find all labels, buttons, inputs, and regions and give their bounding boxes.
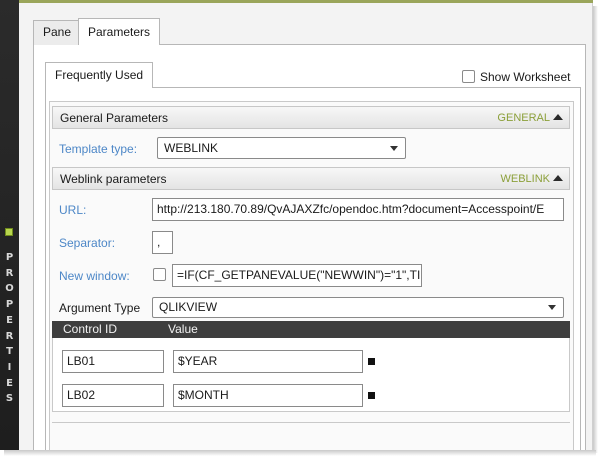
general-parameters-header[interactable]: General Parameters GENERAL — [52, 106, 570, 129]
argument-type-value: QLIKVIEW — [159, 300, 218, 314]
panel-shadow-right — [593, 6, 598, 453]
weblink-section-tag[interactable]: WEBLINK — [500, 168, 563, 191]
new-window-expression-input[interactable]: =IF(CF_GETPANEVALUE("NEWWIN")="1",TI — [172, 264, 422, 287]
argument-type-select[interactable]: QLIKVIEW — [152, 297, 564, 318]
collapse-up-icon[interactable] — [553, 114, 563, 120]
column-header-value: Value — [168, 322, 198, 336]
properties-letter: E — [6, 377, 13, 389]
collapse-up-icon[interactable] — [553, 175, 563, 181]
show-worksheet-checkbox[interactable] — [462, 70, 475, 84]
show-worksheet-label: Show Worksheet — [480, 69, 571, 84]
properties-letter: I — [7, 361, 12, 373]
value-input-row-2[interactable]: $MONTH — [173, 384, 363, 407]
weblink-tag-label: WEBLINK — [500, 173, 550, 185]
control-id-input-row-2[interactable]: LB02 — [62, 384, 164, 407]
separator-label: Separator: — [59, 236, 116, 250]
row-handle-icon[interactable] — [368, 392, 375, 399]
row-handle-icon[interactable] — [368, 358, 375, 365]
weblink-parameters-title: Weblink parameters — [60, 172, 167, 186]
new-window-label: New window: — [59, 269, 130, 283]
column-header-control-id: Control ID — [63, 322, 118, 336]
value-input-row-1[interactable]: $YEAR — [173, 350, 363, 373]
argument-grid-header: Control ID Value — [52, 321, 570, 338]
properties-letter: R — [5, 330, 14, 342]
general-parameters-title: General Parameters — [60, 111, 169, 125]
url-label: URL: — [59, 203, 87, 217]
properties-letter: E — [6, 314, 13, 326]
chevron-down-icon[interactable] — [390, 146, 398, 151]
properties-letter: O — [5, 283, 14, 295]
general-section-tag[interactable]: GENERAL — [497, 107, 563, 130]
tab-frequently-used[interactable]: Frequently Used — [45, 62, 153, 88]
properties-letter: P — [5, 252, 14, 263]
properties-letter: T — [6, 346, 13, 358]
argument-type-label: Argument Type — [59, 301, 141, 315]
weblink-parameters-header[interactable]: Weblink parameters WEBLINK — [52, 167, 570, 190]
template-type-select[interactable]: WEBLINK — [157, 137, 406, 159]
grid-bottom-divider — [52, 422, 570, 423]
show-worksheet-toggle[interactable]: Show Worksheet — [462, 69, 571, 84]
properties-letter: R — [5, 267, 14, 279]
properties-vertical-label: PROPERTIES — [0, 250, 19, 407]
properties-side-strip[interactable]: PROPERTIES — [0, 0, 19, 450]
control-id-input-row-1[interactable]: LB01 — [62, 350, 164, 373]
chevron-down-icon[interactable] — [548, 305, 556, 310]
properties-letter: S — [5, 393, 14, 405]
url-input[interactable]: http://213.180.70.89/QvAJAXZfc/opendoc.h… — [152, 198, 564, 221]
new-window-checkbox[interactable] — [153, 268, 166, 281]
panel-shadow-bottom — [4, 450, 596, 456]
properties-letter: P — [5, 299, 14, 311]
template-type-value: WEBLINK — [164, 141, 219, 155]
tab-pane[interactable]: Pane — [33, 20, 79, 45]
collapse-marker-icon[interactable] — [5, 228, 13, 236]
separator-input[interactable]: , — [152, 231, 173, 254]
general-tag-label: GENERAL — [497, 112, 550, 124]
template-type-label: Template type: — [59, 142, 138, 156]
tab-parameters[interactable]: Parameters — [78, 18, 160, 45]
